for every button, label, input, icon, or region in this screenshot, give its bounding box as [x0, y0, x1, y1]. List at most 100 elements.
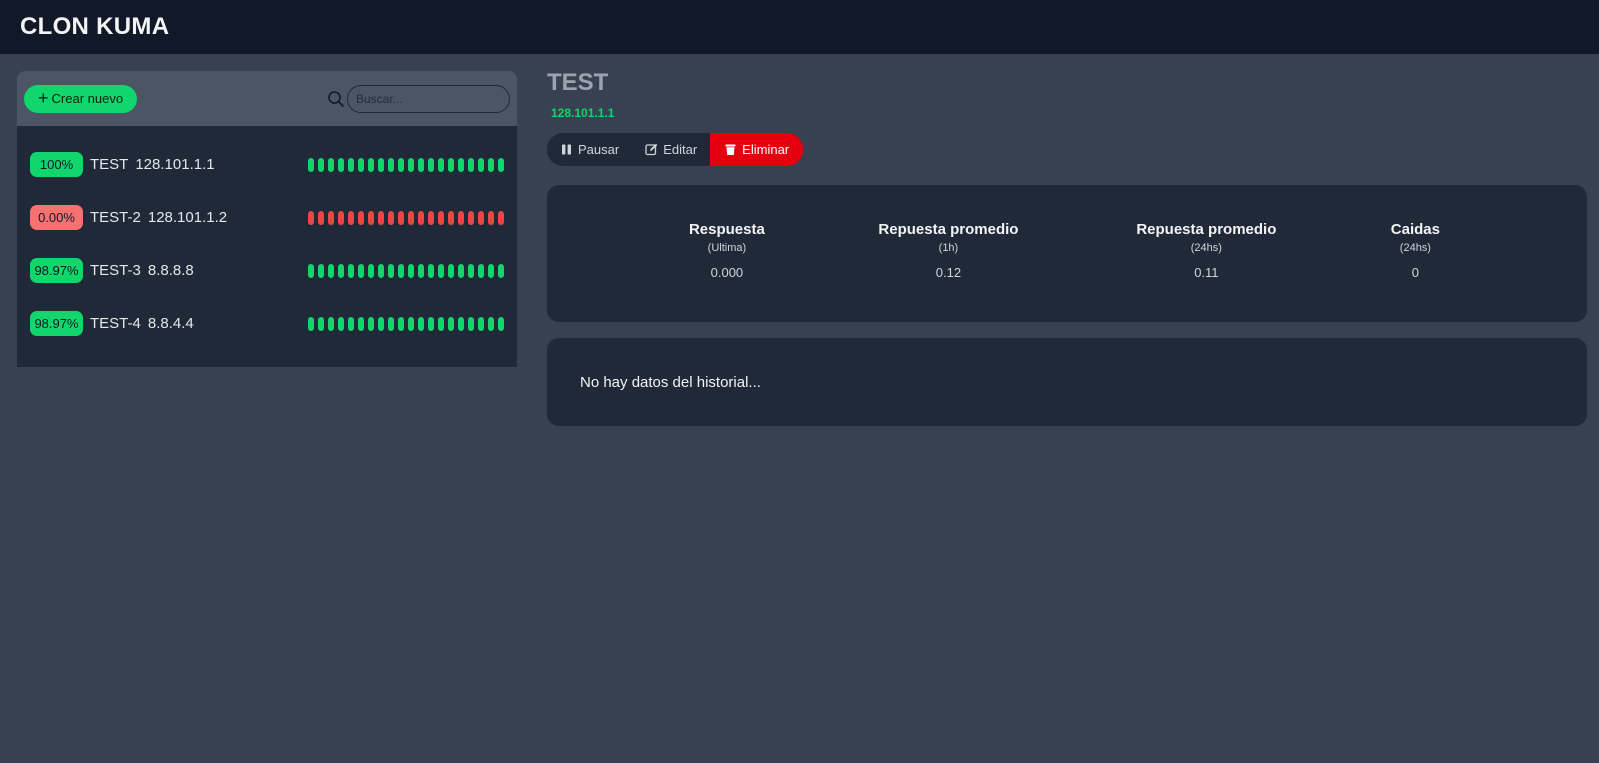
heartbeat-pill: [418, 210, 424, 225]
stat-value: 0: [1411, 265, 1420, 280]
heartbeat-pill: [348, 210, 354, 225]
pause-label: Pausar: [578, 142, 620, 157]
uptime-badge: 98.97%: [30, 258, 83, 283]
top-bar: CLON KUMA: [0, 0, 1599, 54]
heartbeat-pill: [428, 316, 434, 331]
heartbeat-pill: [398, 316, 404, 331]
monitor-host: 128.101.1.1: [135, 156, 215, 173]
heartbeat-pill: [428, 263, 434, 278]
monitor-name: TEST-2: [90, 209, 141, 226]
heartbeat-pill: [488, 316, 494, 331]
heartbeat-pill: [488, 210, 494, 225]
heartbeat-bar: [308, 316, 504, 331]
heartbeat-pill: [448, 316, 454, 331]
heartbeat-pill: [428, 210, 434, 225]
heartbeat-pill: [358, 316, 364, 331]
stat-period: (Ultima): [707, 242, 747, 254]
pause-icon: [562, 144, 571, 155]
stat-last-response: Respuesta (Ultima) 0.000: [689, 221, 765, 280]
heartbeat-pill: [378, 263, 384, 278]
heartbeat-pill: [468, 263, 474, 278]
stat-value: 0.12: [935, 265, 962, 280]
heartbeat-pill: [438, 157, 444, 172]
heartbeat-bar: [308, 263, 504, 278]
heartbeat-pill: [418, 316, 424, 331]
heartbeat-pill: [488, 263, 494, 278]
heartbeat-pill: [418, 157, 424, 172]
stat-label: Repuesta promedio: [1136, 221, 1277, 238]
create-new-label: Crear nuevo: [51, 91, 124, 106]
monitor-item[interactable]: 0.00% TEST-2 128.101.1.2: [17, 191, 517, 244]
heartbeat-pill: [468, 157, 474, 172]
heartbeat-pill: [478, 157, 484, 172]
monitor-item[interactable]: 100% TEST 128.101.1.1: [17, 138, 517, 191]
heartbeat-pill: [308, 210, 314, 225]
monitor-item[interactable]: 98.97% TEST-3 8.8.8.8: [17, 244, 517, 297]
uptime-badge: 100%: [30, 152, 83, 177]
heartbeat-pill: [308, 316, 314, 331]
edit-label: Editar: [663, 142, 698, 157]
heartbeat-pill: [458, 157, 464, 172]
heartbeat-pill: [308, 157, 314, 172]
heartbeat-pill: [448, 210, 454, 225]
heartbeat-pill: [428, 157, 434, 172]
monitor-list: 100% TEST 128.101.1.1 0.00% TEST-2 128.1…: [17, 126, 517, 350]
heartbeat-pill: [388, 316, 394, 331]
stat-label: Respuesta: [688, 221, 765, 238]
create-new-button[interactable]: + Crear nuevo: [24, 84, 138, 113]
search-icon[interactable]: [327, 90, 345, 108]
trash-icon: [725, 144, 736, 155]
heartbeat-pill: [328, 210, 334, 225]
stat-period: (24hs): [1399, 242, 1431, 254]
heartbeat-pill: [338, 263, 344, 278]
main-area: + Crear nuevo 100% TEST 128.101.1.1 0.00…: [0, 54, 1599, 763]
uptime-badge: 98.97%: [30, 311, 83, 336]
monitor-sidebar: + Crear nuevo 100% TEST 128.101.1.1 0.00…: [17, 71, 517, 367]
heartbeat-pill: [308, 263, 314, 278]
stat-period: (24hs): [1190, 242, 1222, 254]
heartbeat-pill: [458, 210, 464, 225]
heartbeat-pill: [398, 157, 404, 172]
monitor-host: 8.8.8.8: [147, 262, 194, 279]
heartbeat-pill: [398, 210, 404, 225]
delete-button[interactable]: Eliminar: [710, 133, 804, 166]
heartbeat-pill: [438, 263, 444, 278]
delete-label: Eliminar: [742, 142, 790, 157]
heartbeat-pill: [408, 157, 414, 172]
heartbeat-pill: [368, 316, 374, 331]
stat-value: 0.000: [710, 265, 744, 280]
monitor-title: TEST: [547, 69, 609, 96]
search-input[interactable]: [347, 84, 510, 113]
heartbeat-pill: [498, 263, 504, 278]
plus-icon: +: [38, 87, 49, 108]
heartbeat-pill: [388, 210, 394, 225]
monitor-name: TEST-4: [90, 315, 141, 332]
heartbeat-pill: [328, 263, 334, 278]
heartbeat-pill: [368, 210, 374, 225]
monitor-item[interactable]: 98.97% TEST-4 8.8.4.4: [17, 297, 517, 350]
history-empty-message: No hay datos del historial...: [580, 374, 761, 391]
monitor-name: TEST-3: [90, 262, 141, 279]
heartbeat-pill: [368, 263, 374, 278]
edit-button[interactable]: Editar: [632, 133, 710, 166]
heartbeat-pill: [378, 316, 384, 331]
heartbeat-pill: [318, 210, 324, 225]
heartbeat-pill: [498, 316, 504, 331]
heartbeat-pill: [348, 263, 354, 278]
monitor-host: 128.101.1.2: [147, 209, 228, 226]
sidebar-header: + Crear nuevo: [17, 71, 517, 126]
heartbeat-pill: [378, 210, 384, 225]
heartbeat-pill: [318, 157, 324, 172]
stats-card: Respuesta (Ultima) 0.000 Repuesta promed…: [547, 185, 1587, 322]
heartbeat-pill: [378, 157, 384, 172]
heartbeat-pill: [458, 316, 464, 331]
action-button-group: Pausar Editar Eliminar: [547, 133, 804, 166]
heartbeat-pill: [358, 157, 364, 172]
heartbeat-pill: [448, 157, 454, 172]
heartbeat-pill: [388, 157, 394, 172]
pause-button[interactable]: Pausar: [547, 133, 632, 166]
stat-avg-1h: Repuesta promedio (1h) 0.12: [878, 221, 1018, 280]
heartbeat-pill: [338, 316, 344, 331]
heartbeat-pill: [448, 263, 454, 278]
monitor-name: TEST: [90, 156, 129, 173]
